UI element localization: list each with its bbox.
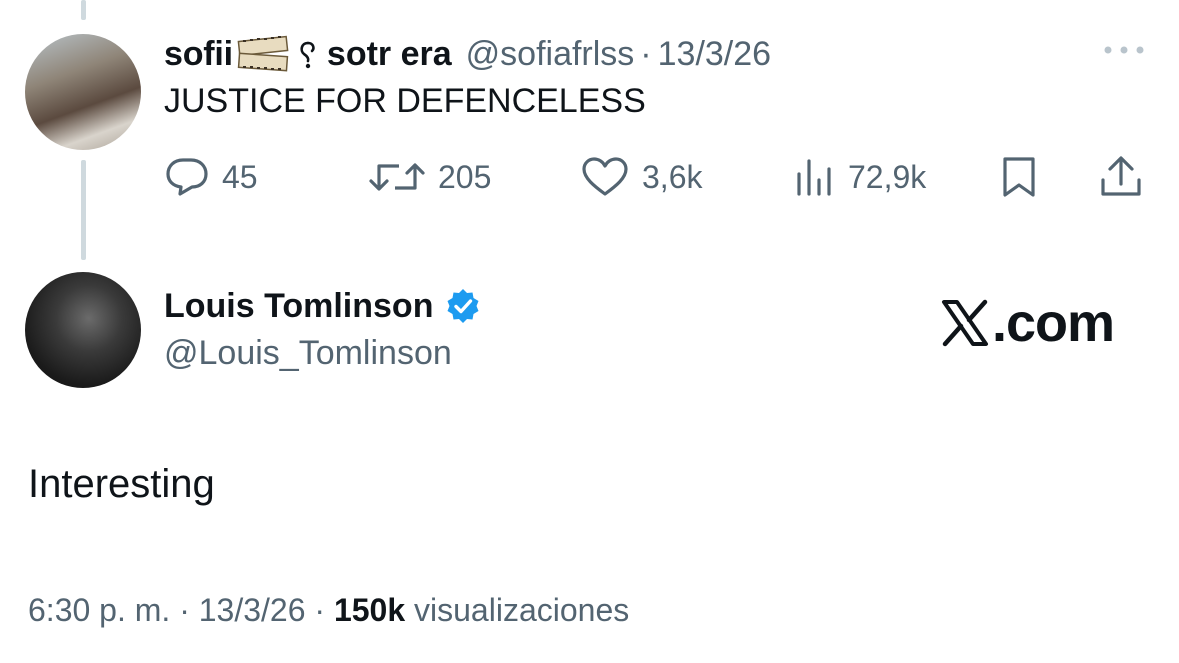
separator: ·	[640, 34, 652, 73]
retweet-count: 205	[438, 158, 492, 195]
ear-icon	[297, 37, 319, 71]
retweet-button[interactable]: 205	[368, 150, 491, 204]
tweet-header: sofii sotr era @sofiafrlss · 13/3/26	[164, 30, 771, 78]
views-count: 150k	[333, 592, 406, 628]
reply-icon	[164, 156, 210, 198]
tweet-time[interactable]: 6:30 p. m.	[28, 592, 170, 628]
views-button[interactable]: 72,9k	[794, 150, 926, 204]
separator: ·	[179, 592, 190, 628]
display-name-suffix[interactable]: sotr era	[327, 35, 452, 74]
film-frames-icon	[235, 33, 291, 75]
bookmark-icon	[998, 154, 1040, 200]
share-icon	[1097, 154, 1145, 200]
x-logo-icon	[940, 298, 990, 348]
display-name[interactable]: sofii	[164, 35, 233, 74]
reply-count: 45	[222, 158, 258, 195]
heart-icon	[580, 156, 630, 198]
handle[interactable]: @Louis_Tomlinson	[164, 334, 452, 373]
bookmark-button[interactable]	[998, 150, 1040, 204]
timestamp[interactable]: 13/3/26	[658, 35, 771, 74]
more-options-icon[interactable]	[1100, 40, 1148, 60]
analytics-icon	[794, 156, 836, 198]
views-label: visualizaciones	[414, 592, 630, 628]
avatar[interactable]	[25, 272, 141, 388]
watermark-text: .com	[992, 293, 1115, 353]
tweet-date[interactable]: 13/3/26	[199, 592, 306, 628]
separator: ·	[314, 592, 326, 628]
thread-line	[81, 0, 86, 20]
x-watermark: .com	[940, 292, 1115, 354]
views-count: 72,9k	[848, 158, 927, 195]
display-name[interactable]: Louis Tomlinson	[164, 287, 433, 326]
like-count: 3,6k	[642, 158, 703, 195]
tweet-text: Interesting	[28, 462, 215, 506]
tweet-screenshot: sofii sotr era @sofiafrlss · 13/3/26 JUS…	[0, 0, 1179, 663]
avatar[interactable]	[25, 34, 141, 150]
reply-button[interactable]: 45	[164, 150, 258, 204]
like-button[interactable]: 3,6k	[580, 150, 702, 204]
tweet-metadata: 6:30 p. m. · 13/3/26 · 150k visualizacio…	[28, 592, 629, 629]
retweet-icon	[368, 156, 426, 198]
tweet-header: Louis Tomlinson	[164, 282, 481, 330]
share-button[interactable]	[1097, 150, 1145, 204]
thread-line	[81, 160, 86, 260]
tweet-text: JUSTICE FOR DEFENCELESS	[164, 82, 646, 120]
verified-badge-icon	[445, 288, 481, 324]
handle[interactable]: @sofiafrlss	[466, 35, 635, 74]
